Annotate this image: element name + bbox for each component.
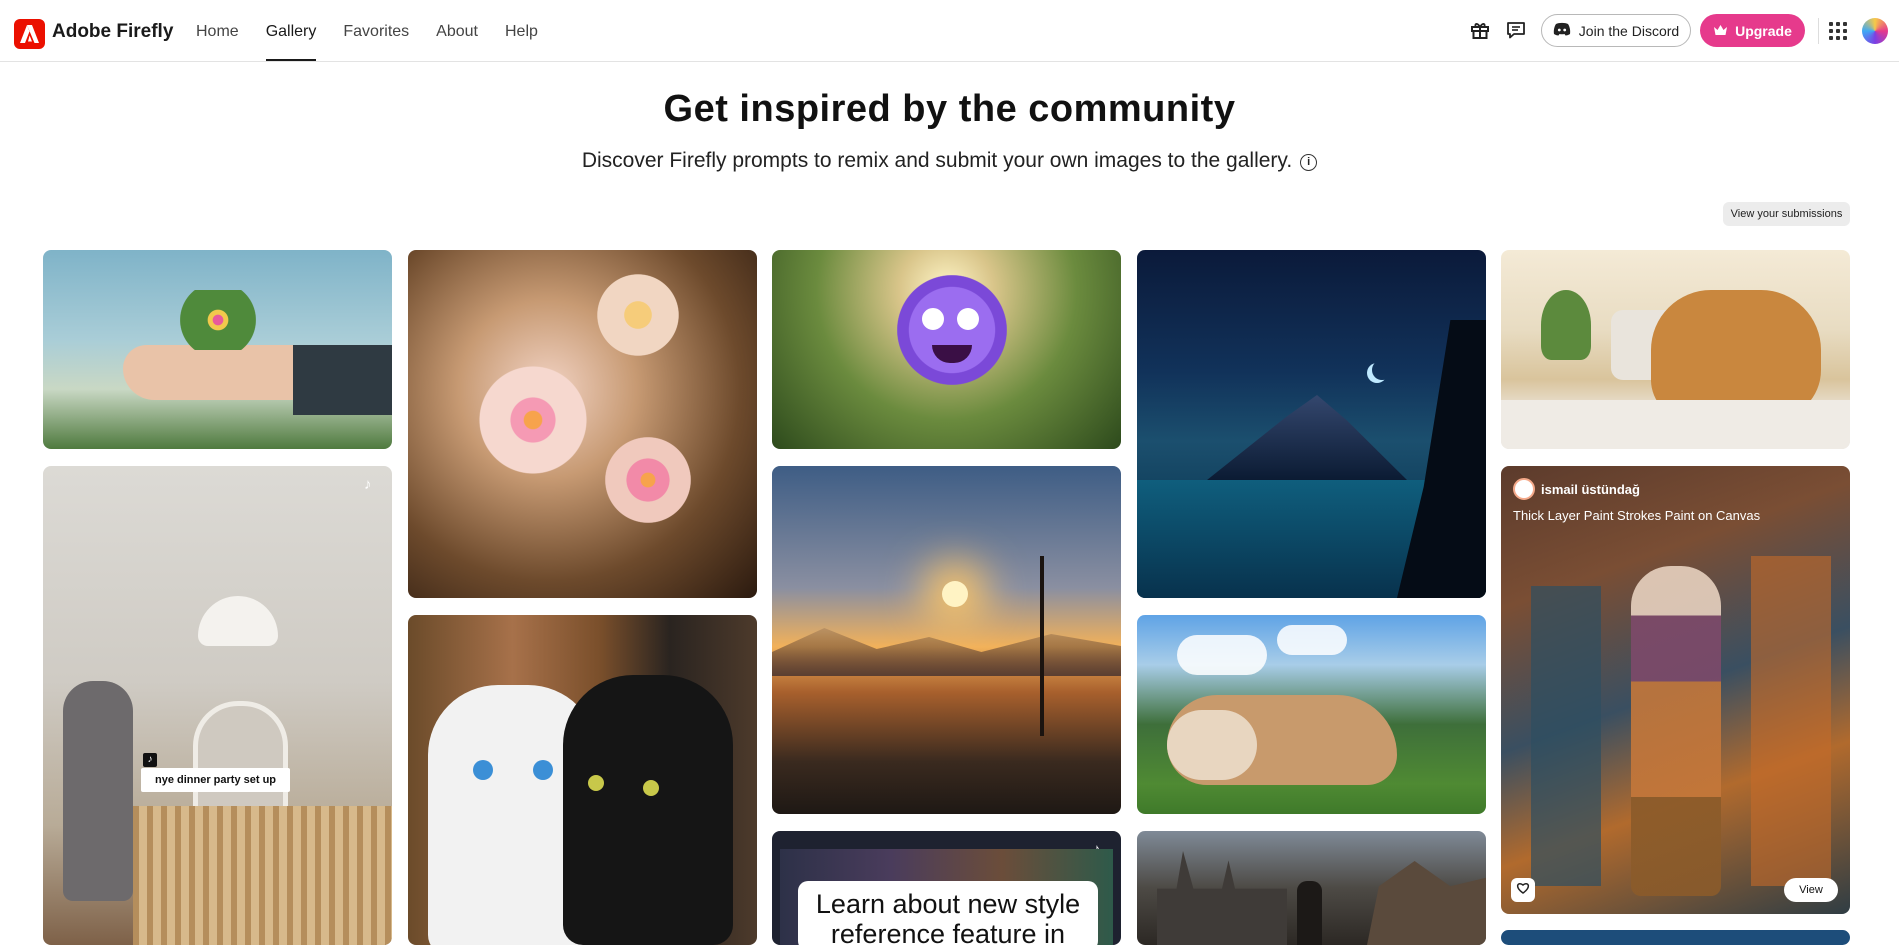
nav-favorites[interactable]: Favorites [343,23,409,41]
gallery-tile-cats[interactable] [408,615,757,945]
nav-about[interactable]: About [436,23,478,41]
video-caption: nye dinner party set up [141,768,291,792]
discord-icon [1553,22,1571,39]
gallery-tile-partial[interactable] [1501,930,1850,945]
crown-icon [1713,23,1728,39]
upgrade-button[interactable]: Upgrade [1700,14,1805,47]
creation-title: Thick Layer Paint Strokes Paint on Canva… [1513,508,1761,523]
favorite-button[interactable] [1511,878,1535,902]
join-discord-label: Join the Discord [1578,22,1680,39]
gallery-tile-dinner-party-video[interactable]: ♪ ♪ nye dinner party set up [43,466,392,945]
gallery-tile-castle[interactable] [1137,831,1486,945]
nav-help[interactable]: Help [505,23,538,41]
apps-grid-icon[interactable] [1829,22,1847,40]
gallery-tile-golden-retriever[interactable] [1501,250,1850,449]
nav-gallery[interactable]: Gallery [265,23,316,61]
gallery-tile-flowers[interactable] [408,250,757,598]
learn-card: Learn about new style reference feature … [798,881,1098,945]
page-subtitle-row: Discover Firefly prompts to remix and su… [0,149,1899,173]
upgrade-label: Upgrade [1735,22,1792,39]
join-discord-button[interactable]: Join the Discord [1541,14,1691,47]
adobe-logo-icon[interactable] [14,19,45,49]
app-name[interactable]: Adobe Firefly [52,21,173,43]
nav-home[interactable]: Home [196,23,239,41]
heart-icon [1516,881,1530,899]
main-nav: Home Gallery Favorites About Help [196,23,565,61]
gallery-tile-bulldog[interactable] [1137,615,1486,814]
info-icon[interactable]: i [1300,154,1318,171]
gallery-tile-night-sea[interactable] [1137,250,1486,598]
creator-name[interactable]: ismail üstündağ [1541,482,1640,497]
feedback-icon[interactable] [1506,20,1528,42]
gallery-tile-paint-strokes[interactable]: ismail üstündağ Thick Layer Paint Stroke… [1501,466,1850,914]
top-header: Adobe Firefly Home Gallery Favorites Abo… [0,0,1899,62]
avatar[interactable] [1862,18,1888,44]
gallery-tile-hand-flowers[interactable] [43,250,392,449]
gallery-tile-sunset-mountains[interactable] [772,466,1121,814]
gallery-tile-purple-creature[interactable] [772,250,1121,449]
header-divider [1818,18,1819,44]
page-title: Get inspired by the community [663,88,1236,130]
creator-row: ismail üstündağ [1513,478,1640,500]
learn-card-text: Learn about new style reference feature … [815,889,1081,945]
view-submissions-button[interactable]: View your submissions [1723,202,1850,226]
gift-icon[interactable] [1470,20,1492,42]
tiktok-badge-icon: ♪ [143,753,157,767]
tiktok-icon: ♪ [364,476,372,493]
creator-avatar[interactable] [1513,478,1535,500]
page-subtitle: Discover Firefly prompts to remix and su… [581,149,1293,172]
gallery-tile-style-reference[interactable]: ♪ Learn about new style reference featur… [772,831,1121,945]
view-button[interactable]: View [1784,878,1838,902]
